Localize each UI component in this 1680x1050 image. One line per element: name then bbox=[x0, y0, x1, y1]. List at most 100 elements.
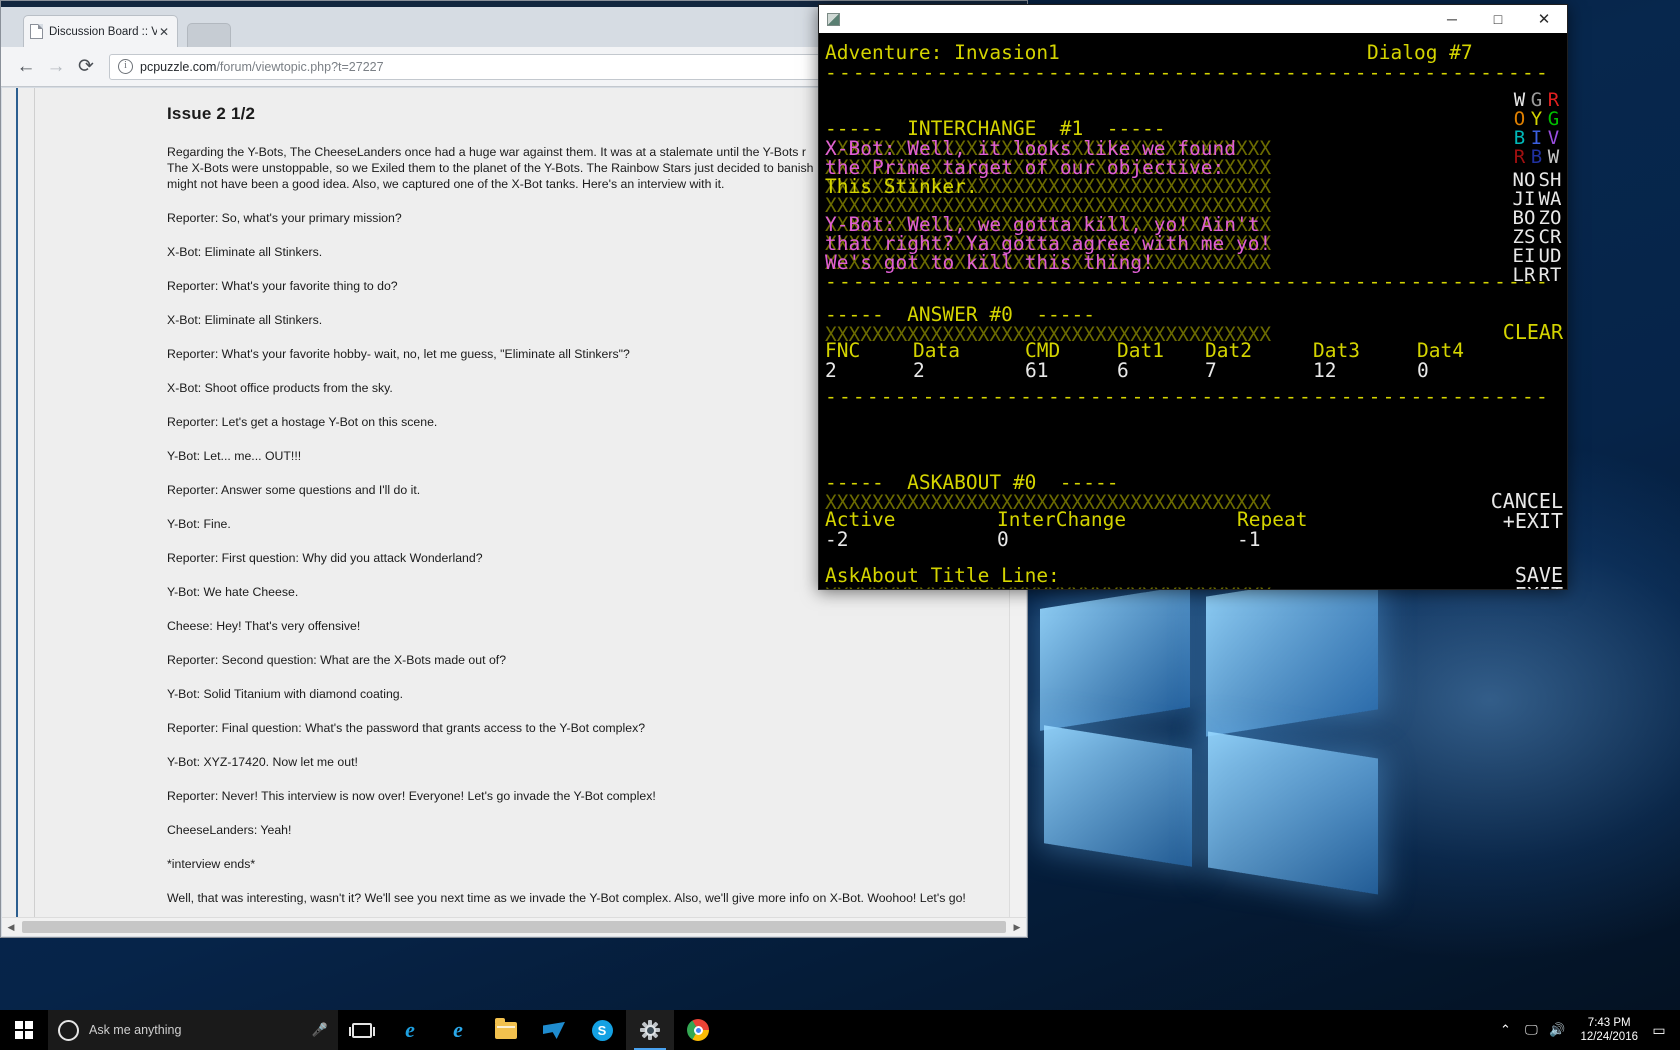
maximize-button[interactable]: □ bbox=[1475, 5, 1521, 33]
color-matrix-label: RT bbox=[1538, 264, 1562, 286]
reload-button[interactable]: ⟳ bbox=[71, 55, 101, 78]
post-paragraph: Reporter: Never! This interview is now o… bbox=[167, 789, 656, 803]
system-tray[interactable]: ⌃ 🖵 🔊 7:43 PM 12/24/2016 ▭ bbox=[1492, 1010, 1680, 1050]
cancel-exit-button[interactable]: CANCEL +EXIT bbox=[1491, 491, 1563, 531]
dialog-editor-console[interactable]: Adventure: Invasion1 Dialog #7 ---------… bbox=[819, 33, 1567, 589]
horizontal-scroll-thumb[interactable] bbox=[22, 921, 1006, 933]
post-paragraph: Well, that was interesting, wasn't it? W… bbox=[167, 891, 966, 905]
cortana-circle-icon bbox=[58, 1019, 79, 1041]
color-matrix-labels: NO SH JI WA BO ZO ZS CR EI UD LR RT bbox=[1511, 171, 1563, 285]
page-document-icon bbox=[30, 24, 43, 39]
askabout-title-label: AskAbout Title Line: bbox=[825, 564, 1060, 587]
windows-logo-wallpaper bbox=[1030, 569, 1430, 905]
search-box[interactable]: Ask me anything 🎤 bbox=[48, 1010, 338, 1050]
internet-explorer-icon: e bbox=[405, 1017, 415, 1042]
cancel-exit-label: CANCEL +EXIT bbox=[1490, 489, 1563, 533]
clock-date: 12/24/2016 bbox=[1580, 1031, 1638, 1043]
answer-heading: ----- ANSWER #0 ----- bbox=[825, 303, 1096, 326]
clock-time: 7:43 PM bbox=[1587, 1017, 1631, 1029]
taskbar-gear-app[interactable] bbox=[626, 1010, 674, 1050]
browser-tab[interactable]: Discussion Board :: View ✕ bbox=[23, 15, 178, 47]
folder-icon bbox=[495, 1017, 517, 1039]
tab-title: Discussion Board :: View bbox=[49, 25, 157, 38]
bird-icon bbox=[543, 1021, 565, 1039]
close-button[interactable]: ✕ bbox=[1521, 5, 1567, 33]
forward-button[interactable]: → bbox=[41, 56, 71, 78]
post-paragraph: CheeseLanders: Yeah! bbox=[167, 823, 292, 837]
page-left-border bbox=[34, 88, 35, 917]
answer-column-value[interactable]: 7 bbox=[1205, 361, 1217, 381]
color-matrix-row[interactable]: RBW bbox=[1511, 148, 1563, 167]
save-exit-label: SAVE +EXIT bbox=[1503, 563, 1563, 589]
close-icon[interactable]: ✕ bbox=[157, 25, 171, 39]
color-matrix-letter[interactable]: B bbox=[1528, 148, 1545, 167]
taskbar-bird-app[interactable] bbox=[530, 1010, 578, 1050]
askabout-column-value[interactable]: -2 bbox=[825, 530, 848, 550]
skype-icon: S bbox=[591, 1019, 613, 1041]
url-text: pcpuzzle.com/forum/viewtopic.php?t=27227 bbox=[140, 60, 384, 74]
askabout-heading: ----- ASKABOUT #0 ----- bbox=[825, 471, 1119, 494]
answer-column-value[interactable]: 2 bbox=[913, 361, 925, 381]
answer-column-header: Dat3 bbox=[1313, 339, 1360, 362]
network-icon[interactable]: 🖵 bbox=[1518, 1022, 1544, 1038]
windows-taskbar[interactable]: Ask me anything 🎤 e e S ⌃ 🖵 🔊 7:43 PM 12… bbox=[0, 1010, 1680, 1050]
color-matrix-label-row: LR RT bbox=[1511, 266, 1563, 285]
logo-pane-bottom-left bbox=[1044, 725, 1192, 867]
clear-button[interactable]: CLEAR bbox=[1503, 322, 1563, 342]
microphone-icon[interactable]: 🎤 bbox=[312, 1022, 328, 1038]
clock[interactable]: 7:43 PM 12/24/2016 bbox=[1570, 1016, 1648, 1044]
answer-column-value[interactable]: 6 bbox=[1117, 361, 1129, 381]
answer-column-value[interactable]: 61 bbox=[1025, 361, 1048, 381]
post-paragraph: Cheese: Hey! That's very offensive! bbox=[167, 619, 361, 633]
logo-pane-top-left bbox=[1040, 585, 1190, 731]
askabout-column-value[interactable]: 0 bbox=[997, 530, 1009, 550]
task-view-button[interactable] bbox=[338, 1010, 386, 1050]
logo-pane-top-right bbox=[1206, 569, 1378, 737]
answer-column-header: CMD bbox=[1025, 339, 1061, 362]
taskbar-skype[interactable]: S bbox=[578, 1010, 626, 1050]
scroll-right-arrow[interactable]: ▶ bbox=[1008, 922, 1026, 933]
taskbar-microsoft-edge[interactable]: e bbox=[434, 1010, 482, 1050]
microsoft-edge-icon: e bbox=[453, 1017, 463, 1042]
save-exit-button[interactable]: SAVE +EXIT bbox=[1503, 565, 1563, 589]
answer-rule: ----------------------------------------… bbox=[825, 385, 1550, 408]
volume-icon[interactable]: 🔊 bbox=[1544, 1022, 1570, 1038]
scroll-left-arrow[interactable]: ◀ bbox=[2, 922, 20, 933]
askabout-title-input[interactable]: XXXXXXXXXXXXXXXXXXXXXXXXXXXXXXXXXXXXXX bbox=[825, 586, 1271, 589]
taskbar-file-explorer[interactable] bbox=[482, 1010, 530, 1050]
app-icon bbox=[827, 12, 840, 26]
answer-column-header: Dat1 bbox=[1117, 339, 1164, 362]
answer-column-value[interactable]: 12 bbox=[1313, 361, 1336, 381]
taskbar-google-chrome[interactable] bbox=[674, 1010, 722, 1050]
color-matrix-letter[interactable]: W bbox=[1545, 148, 1562, 167]
horizontal-scrollbar[interactable]: ◀ ▶ bbox=[2, 917, 1026, 936]
askabout-column-value[interactable]: -1 bbox=[1237, 530, 1260, 550]
askabout-column-header: InterChange bbox=[997, 508, 1127, 531]
answer-column-header: Dat2 bbox=[1205, 339, 1252, 362]
back-button[interactable]: ← bbox=[11, 56, 41, 78]
logo-pane-bottom-right bbox=[1208, 731, 1378, 895]
color-matrix-letter[interactable]: R bbox=[1511, 148, 1528, 167]
notifications-icon[interactable]: ▭ bbox=[1648, 1022, 1670, 1039]
adventure-title: Adventure: Invasion1 bbox=[825, 41, 1060, 64]
answer-column-header: Dat4 bbox=[1417, 339, 1464, 362]
taskbar-internet-explorer[interactable]: e bbox=[386, 1010, 434, 1050]
gear-icon bbox=[640, 1020, 660, 1040]
dialog-editor-titlebar[interactable]: ─ □ ✕ bbox=[819, 5, 1567, 34]
show-hidden-icons-icon[interactable]: ⌃ bbox=[1492, 1022, 1518, 1038]
task-view-icon bbox=[349, 1022, 375, 1038]
dialog-editor-window[interactable]: ─ □ ✕ Adventure: Invasion1 Dialog #7 ---… bbox=[818, 4, 1568, 590]
answer-column-value[interactable]: 2 bbox=[825, 361, 837, 381]
start-button[interactable] bbox=[0, 1010, 48, 1050]
windows-logo-icon bbox=[15, 1021, 33, 1039]
site-info-icon[interactable]: i bbox=[118, 59, 133, 74]
dialog-number: Dialog #7 bbox=[1367, 41, 1473, 64]
askabout-column-header: Repeat bbox=[1237, 508, 1308, 531]
chrome-icon bbox=[687, 1019, 709, 1041]
interchange-rule: ----------------------------------------… bbox=[825, 270, 1550, 293]
askabout-column-header: Active bbox=[825, 508, 896, 531]
new-tab-button[interactable] bbox=[187, 23, 231, 47]
answer-column-value[interactable]: 0 bbox=[1417, 361, 1429, 381]
minimize-button[interactable]: ─ bbox=[1429, 5, 1475, 33]
color-letter-matrix[interactable]: W G R O Y G B I V R B W NO SH JI WA BO ZO ZS CR EI UD LR RT bbox=[1511, 91, 1563, 285]
